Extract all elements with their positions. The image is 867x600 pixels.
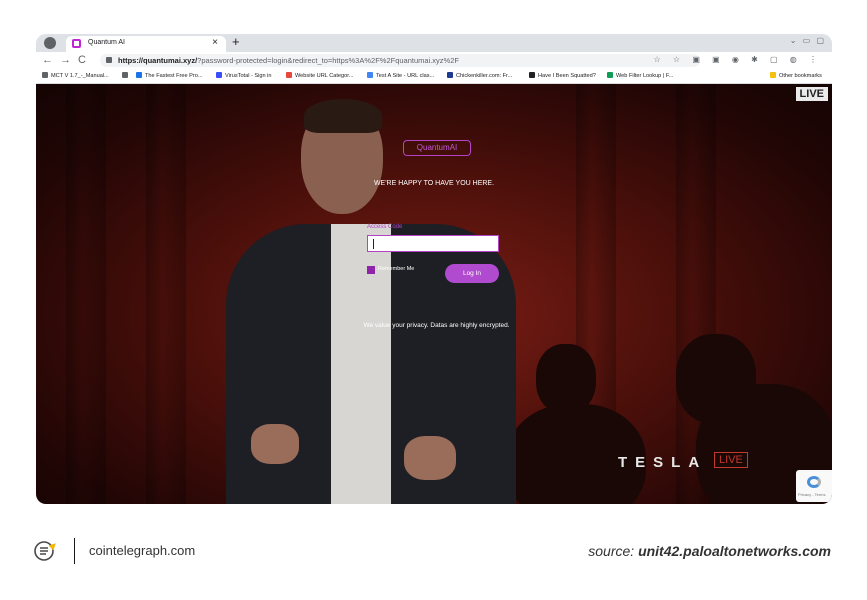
- reload-button[interactable]: C: [78, 54, 86, 66]
- bookmark-favicon-icon: [607, 72, 613, 78]
- address-bar[interactable]: https://quantumai.xyz/?password-protecte…: [100, 54, 700, 67]
- browser-window: Quantum AI × + ⌄ ▭ ▢ ← → C https://quant…: [36, 34, 832, 504]
- bookmark-item[interactable]: Website URL Categor...: [286, 72, 353, 79]
- bookmark-favicon-icon: [447, 72, 453, 78]
- footer-site: cointelegraph.com: [89, 543, 196, 558]
- folder-icon: [770, 72, 776, 78]
- lock-icon[interactable]: [106, 57, 112, 63]
- bookmark-folder[interactable]: Other bookmarks: [770, 72, 822, 79]
- forward-button[interactable]: →: [60, 54, 71, 66]
- quantumai-logo: QuantumAI: [403, 140, 471, 156]
- bookmark-item[interactable]: Web Filter Lookup | F...: [607, 72, 673, 79]
- bookmark-favicon-icon: [529, 72, 535, 78]
- back-button[interactable]: ←: [42, 54, 53, 66]
- footer-source: source: unit42.paloaltonetworks.com: [588, 543, 831, 559]
- access-code-input[interactable]: [367, 235, 499, 252]
- extension-icons[interactable]: ☆ ☆ ▣ ▣ ◉ ✱ ▢ ◍ ⋮: [654, 55, 822, 64]
- bookmark-favicon-icon: [136, 72, 142, 78]
- bookmark-item[interactable]: [122, 72, 131, 79]
- recaptcha-icon: [807, 476, 821, 488]
- recaptcha-badge[interactable]: Privacy - Terms: [796, 470, 832, 502]
- new-tab-button[interactable]: +: [232, 34, 240, 49]
- live-badge: LIVE: [795, 87, 828, 101]
- bookmark-favicon-icon: [216, 72, 222, 78]
- window-controls[interactable]: ⌄ ▭ ▢: [790, 36, 826, 45]
- welcome-heading: WE'RE HAPPY TO HAVE YOU HERE.: [373, 180, 495, 187]
- speaker-hair: [304, 99, 382, 133]
- bookmark-item[interactable]: Test A Site - URL clas...: [367, 72, 434, 79]
- browser-tab[interactable]: Quantum AI ×: [66, 36, 226, 52]
- bookmark-favicon-icon: [367, 72, 373, 78]
- login-button[interactable]: Log In: [445, 264, 499, 283]
- speaker-hand: [404, 436, 456, 480]
- cointelegraph-logo-icon: [34, 541, 56, 561]
- bookmark-favicon-icon: [42, 72, 48, 78]
- url-text[interactable]: https://quantumai.xyz/?password-protecte…: [118, 56, 459, 65]
- curtain-decor: [66, 84, 106, 504]
- tab-bar: Quantum AI × + ⌄ ▭ ▢: [36, 34, 832, 52]
- speaker-hand: [251, 424, 299, 464]
- recaptcha-text[interactable]: Privacy - Terms: [798, 492, 825, 497]
- bookmark-favicon-icon: [122, 72, 128, 78]
- text-cursor: [373, 239, 374, 249]
- remember-me-checkbox[interactable]: [367, 266, 375, 274]
- footer-separator: [74, 538, 75, 564]
- bookmark-item[interactable]: VirusTotal - Sign in: [216, 72, 272, 79]
- browser-toolbar: ← → C https://quantumai.xyz/?password-pr…: [36, 52, 832, 69]
- tab-search-icon[interactable]: [44, 37, 56, 49]
- video-background: LIVE TESLA LIVE Privacy - Terms QuantumA…: [36, 84, 832, 504]
- favicon-icon: [72, 39, 81, 48]
- tab-close-icon[interactable]: ×: [212, 37, 218, 48]
- bookmark-item[interactable]: The Fastest Free Pro...: [136, 72, 203, 79]
- access-code-label: Access Code: [367, 224, 403, 230]
- curtain-decor: [146, 84, 186, 504]
- live-tag: LIVE: [714, 452, 748, 468]
- tesla-logo: TESLA: [618, 454, 708, 471]
- bookmark-item[interactable]: Chickenkiller.com: Fr...: [447, 72, 512, 79]
- bookmarks-bar: MCT V 1.7_-_Manual... The Fastest Free P…: [36, 69, 832, 84]
- remember-me-label[interactable]: Remember Me: [378, 266, 414, 272]
- bookmark-favicon-icon: [286, 72, 292, 78]
- bookmark-item[interactable]: Have I Been Squatted?: [529, 72, 596, 79]
- bookmark-item[interactable]: MCT V 1.7_-_Manual...: [42, 72, 109, 79]
- tab-title: Quantum AI: [88, 39, 125, 46]
- privacy-note: We value your privacy. Datas are highly …: [363, 322, 510, 329]
